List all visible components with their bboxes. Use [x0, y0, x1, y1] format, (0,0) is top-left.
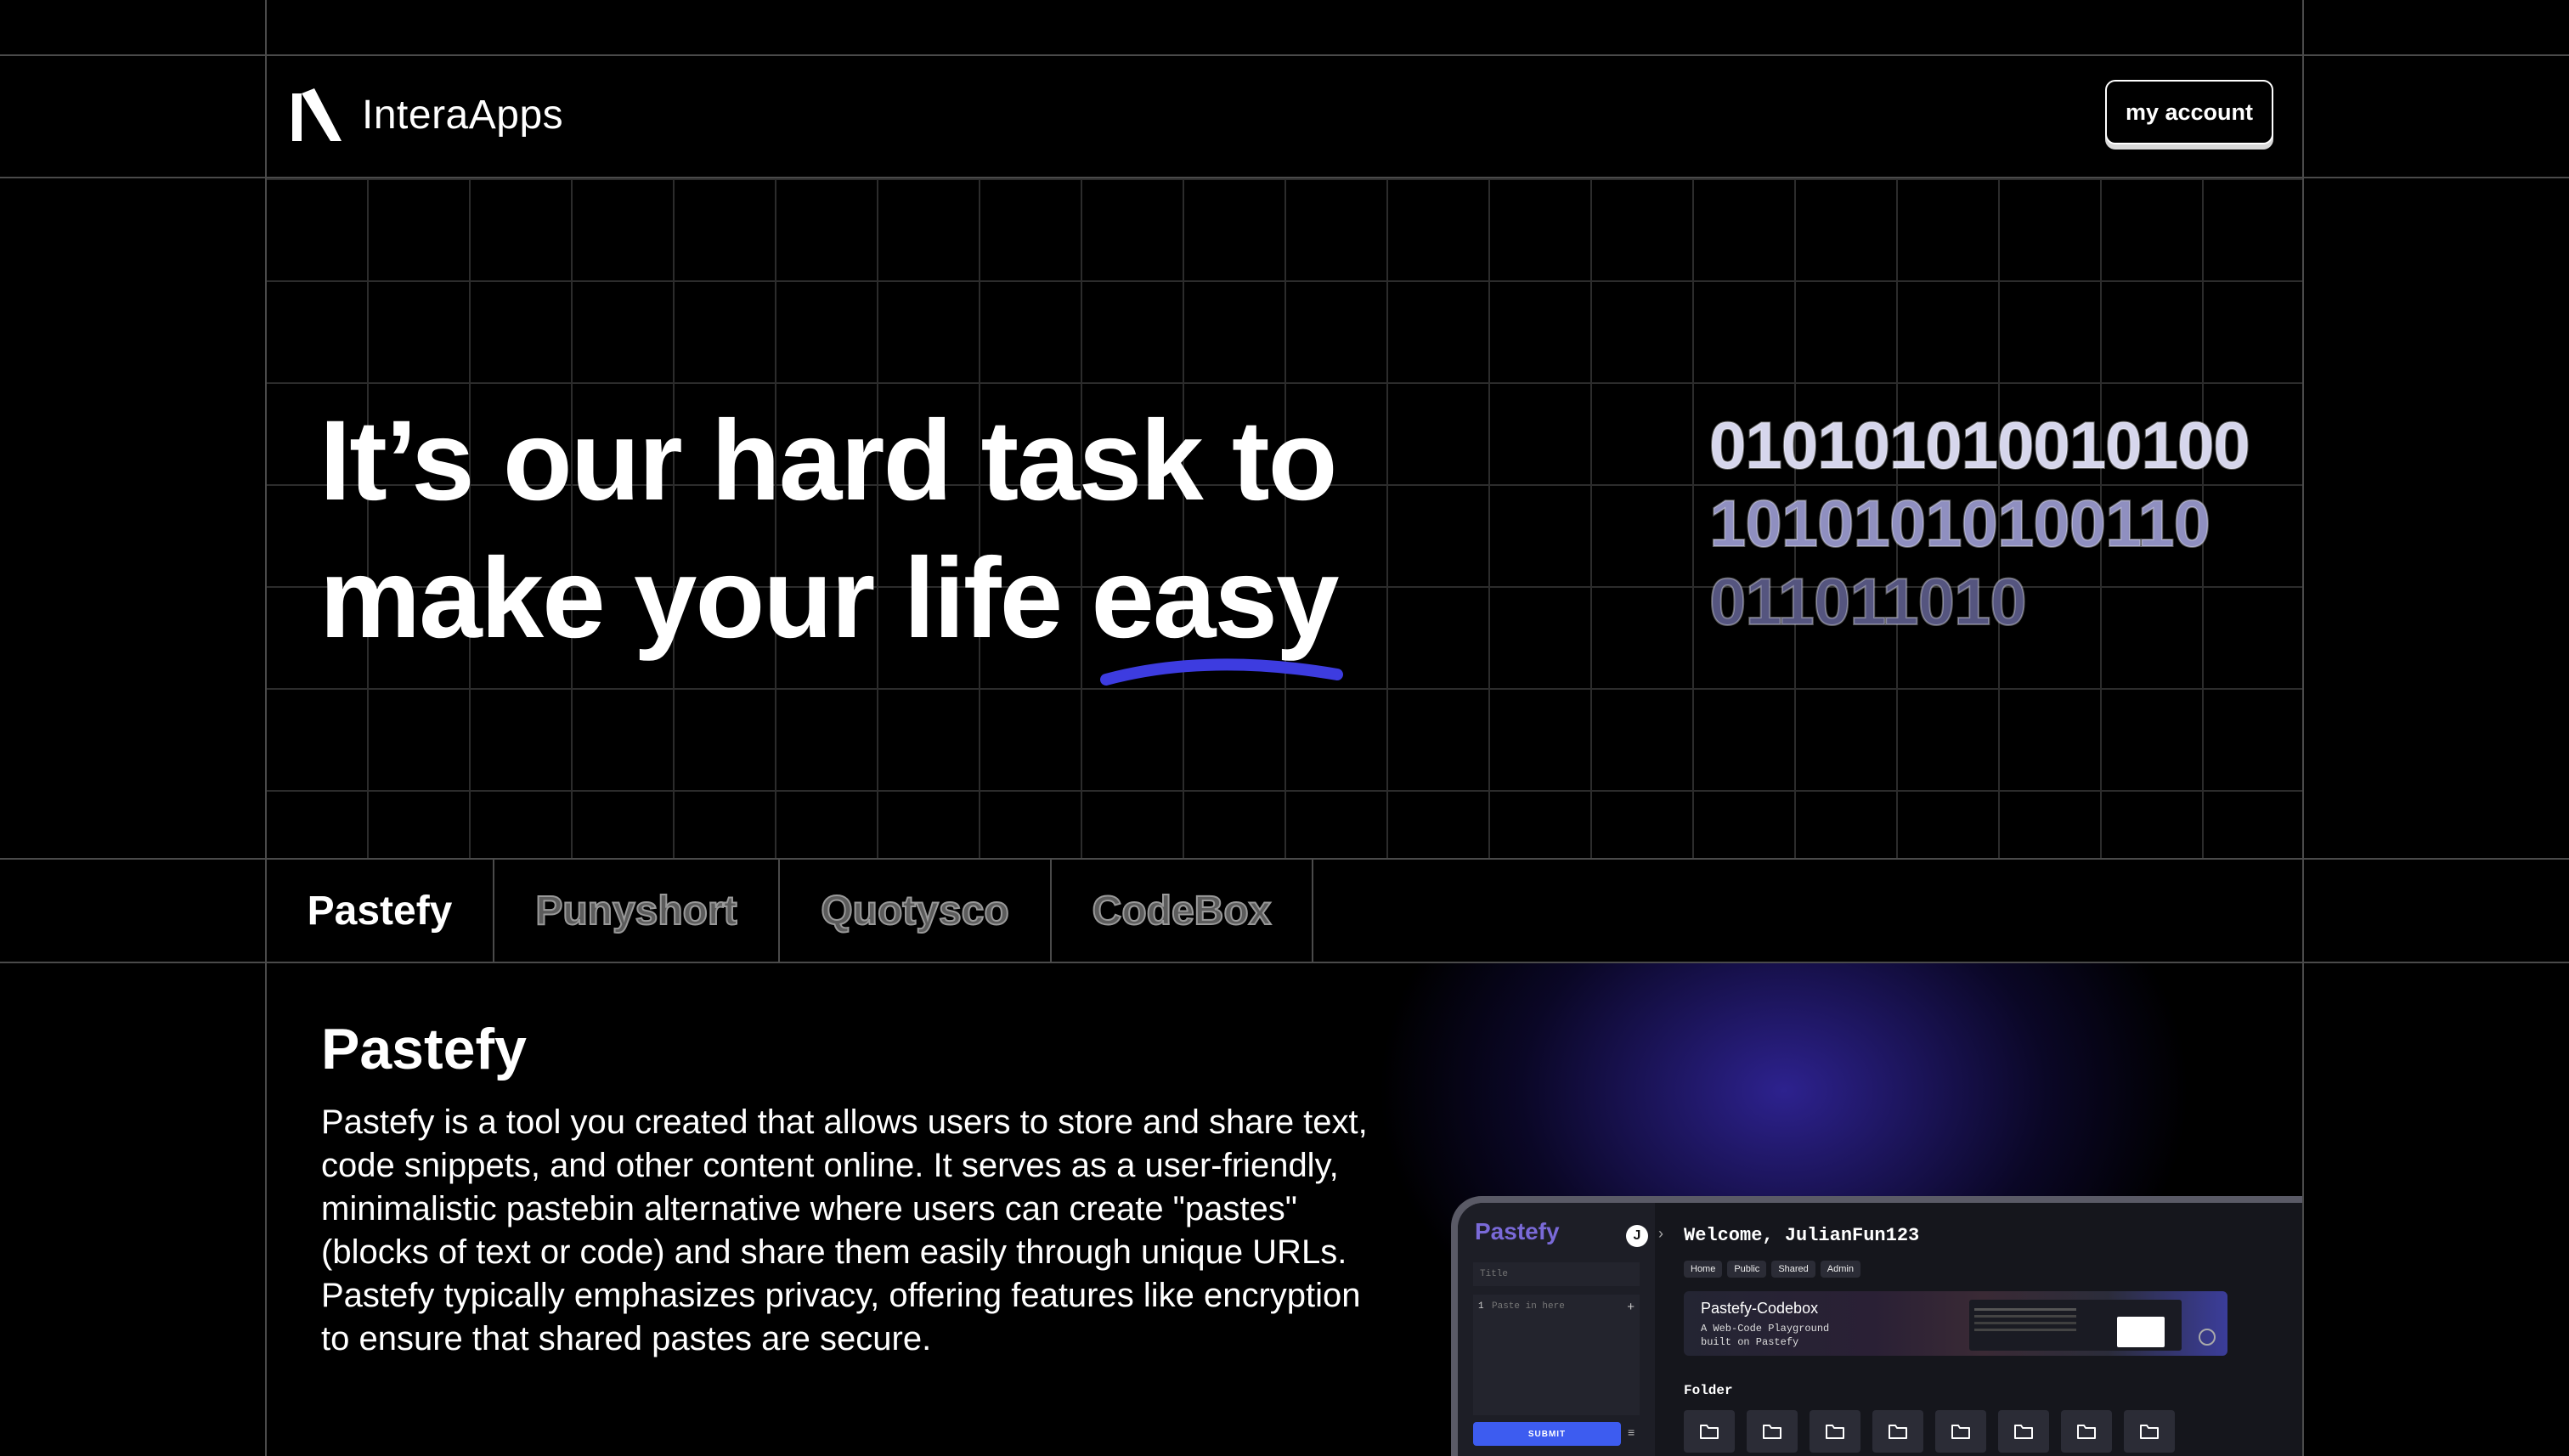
logo[interactable]: InteraApps: [292, 88, 563, 141]
folder-item[interactable]: [2061, 1410, 2112, 1453]
preview-brand: Pastefy: [1475, 1218, 1560, 1244]
folder-icon: [1826, 1425, 1844, 1439]
banner-subtitle: A Web-Code Playground built on Pastefy: [1701, 1323, 1830, 1348]
section-title: Pastefy: [321, 1017, 527, 1081]
app-preview-screen: Pastefy J 1 Paste in here + SUBMIT ≡ › W…: [1458, 1203, 2302, 1456]
tab-punyshort[interactable]: Punyshort: [494, 858, 780, 963]
preview-sidebar: Pastefy J 1 Paste in here + SUBMIT ≡: [1458, 1203, 1655, 1456]
headline-line-2: make your life: [319, 535, 1092, 662]
tab-pastefy[interactable]: Pastefy: [267, 858, 494, 963]
folder-icon: [2077, 1425, 2096, 1439]
folder-icon: [2140, 1425, 2159, 1439]
folder-item[interactable]: [2124, 1410, 2175, 1453]
folder-item[interactable]: [1684, 1410, 1735, 1453]
pill-admin[interactable]: Admin: [1820, 1261, 1860, 1278]
pill-shared[interactable]: Shared: [1771, 1261, 1815, 1278]
binary-line: 010101010010100: [1708, 407, 2251, 483]
logo-text: InteraApps: [362, 92, 564, 138]
folder-item[interactable]: [1747, 1410, 1798, 1453]
banner-title: Pastefy-Codebox: [1701, 1300, 1819, 1317]
add-icon[interactable]: +: [1627, 1300, 1635, 1314]
avatar[interactable]: J: [1626, 1225, 1648, 1247]
folder-icon: [2014, 1425, 2033, 1439]
brush-underline-icon: [1100, 658, 1344, 686]
folder-icon: [1763, 1425, 1781, 1439]
headline-emphasis: easy: [1091, 530, 1344, 686]
paste-textarea[interactable]: 1 Paste in here +: [1473, 1295, 1640, 1415]
welcome-heading: Welcome, JulianFun123: [1684, 1225, 1920, 1246]
tab-quotysco[interactable]: Quotysco: [780, 858, 1052, 963]
open-icon: [2199, 1329, 2216, 1346]
section-description: Pastefy is a tool you created that allow…: [321, 1103, 1368, 1357]
folder-icon: [1700, 1425, 1719, 1439]
folder-item[interactable]: [1935, 1410, 1986, 1453]
divider: [2302, 0, 2304, 1456]
folder-list: [1684, 1410, 2175, 1453]
paste-placeholder: Paste in here: [1492, 1301, 1565, 1312]
line-number: 1: [1478, 1301, 1484, 1312]
folder-icon: [1951, 1425, 1970, 1439]
hero-headline: It’s our hard task to make your life eas…: [319, 392, 1344, 686]
headline-line-1: It’s our hard task to: [319, 398, 1337, 524]
codebox-banner[interactable]: Pastefy-Codebox A Web-Code Playground bu…: [1684, 1291, 2227, 1356]
folder-item[interactable]: [1810, 1410, 1860, 1453]
preview-window: [2117, 1317, 2165, 1347]
tab-codebox[interactable]: CodeBox: [1052, 858, 1313, 963]
binary-line: 10101010100110: [1708, 485, 2211, 562]
title-input[interactable]: [1473, 1262, 1640, 1286]
folder-item[interactable]: [1998, 1410, 2049, 1453]
pill-home[interactable]: Home: [1684, 1261, 1723, 1278]
interaapps-logo-icon: [292, 88, 342, 141]
pill-public[interactable]: Public: [1727, 1261, 1767, 1278]
divider: [0, 54, 2569, 56]
my-account-button[interactable]: my account: [2105, 80, 2273, 144]
app-preview-device: Pastefy J 1 Paste in here + SUBMIT ≡ › W…: [1451, 1196, 2302, 1456]
folder-label: Folder: [1684, 1383, 1733, 1398]
folder-item[interactable]: [1872, 1410, 1923, 1453]
preview-main: Welcome, JulianFun123 Home Public Shared…: [1680, 1203, 2302, 1456]
settings-icon[interactable]: ≡: [1628, 1425, 1635, 1439]
preview-nav: Home Public Shared Admin: [1684, 1261, 1860, 1278]
submit-button[interactable]: SUBMIT: [1473, 1422, 1621, 1446]
headline-emphasis-word: easy: [1091, 535, 1339, 662]
folder-icon: [1889, 1425, 1907, 1439]
binary-decoration: 010101010010100 10101010100110 011011010: [1708, 406, 2251, 641]
binary-line: 011011010: [1708, 563, 2028, 640]
chevron-right-icon[interactable]: ›: [1658, 1225, 1663, 1243]
banner-preview-image: [1969, 1300, 2182, 1351]
code-lines: [1974, 1308, 2076, 1311]
